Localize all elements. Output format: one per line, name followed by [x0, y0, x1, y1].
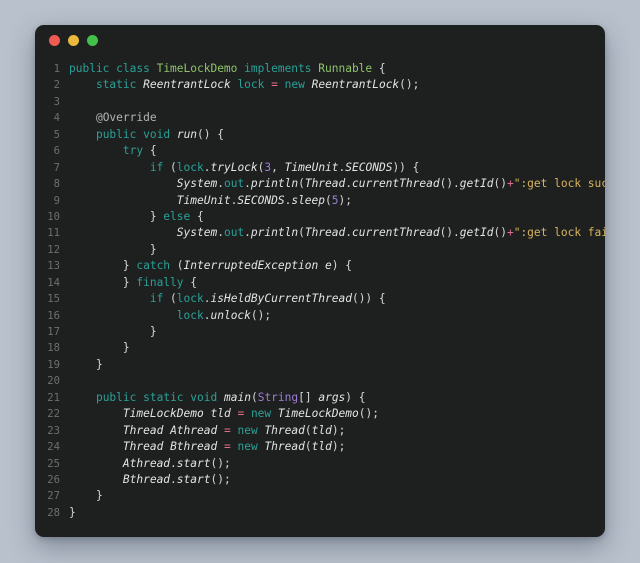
code-line: 28} — [35, 505, 605, 521]
code-line-text: } — [69, 341, 130, 355]
code-line-text: } finally { — [69, 275, 197, 289]
minimize-button[interactable] — [68, 34, 79, 46]
line-number: 9 — [53, 194, 60, 207]
code-line-text: @Override — [95, 111, 157, 125]
window-title-bar[interactable] — [35, 25, 605, 55]
line-number: 27 — [47, 490, 60, 503]
code-line: 20 — [35, 373, 605, 389]
code-line: 11 System.out.println(Thread.currentThre… — [35, 225, 605, 241]
line-number: 28 — [47, 506, 60, 519]
code-line: 25 Athread.start(); — [35, 456, 605, 472]
code-line: 1 public class TimeLockDemo implements Ru… — [35, 61, 605, 77]
code-editor-window: 1 public class TimeLockDemo implements Ru… — [35, 25, 605, 537]
code-line-text: TimeUnit.SECONDS.sleep(5); — [176, 193, 352, 207]
code-line: 2 static ReentrantLock lock = new Reentr… — [35, 77, 605, 93]
code-line-text: static ReentrantLock lock = new Reentran… — [95, 78, 420, 92]
code-line-text: } — [69, 489, 103, 503]
code-line-text: if (lock.isHeldByCurrentThread()) { — [149, 292, 386, 306]
line-number: 22 — [47, 408, 60, 421]
line-number: 25 — [47, 457, 60, 470]
code-line-text: System.out.println(Thread.currentThread(… — [176, 177, 605, 191]
code-line: 13 } catch (InterruptedException e) { — [35, 258, 605, 274]
line-number: 2 — [53, 79, 60, 92]
code-line-text: } — [69, 505, 76, 519]
code-line-text: System.out.println(Thread.currentThread(… — [176, 226, 605, 240]
line-number: 15 — [47, 293, 60, 306]
line-number: 4 — [53, 112, 60, 125]
code-line: 9 TimeUnit.SECONDS.sleep(5); — [35, 193, 605, 209]
code-line: 8 System.out.println(Thread.currentThrea… — [35, 176, 605, 192]
code-line: 14 } finally { — [35, 275, 605, 291]
code-line-text: } catch (InterruptedException e) { — [69, 259, 352, 273]
code-line: 21 public static void main(String[] args… — [35, 390, 605, 406]
line-number: 8 — [53, 178, 60, 191]
line-number: 19 — [47, 358, 60, 371]
line-number: 16 — [47, 309, 60, 322]
code-line-text: TimeLockDemo tld = new TimeLockDemo(); — [122, 407, 379, 421]
line-number: 18 — [47, 342, 60, 355]
line-number: 20 — [47, 375, 60, 388]
code-line: 4 @Override — [35, 110, 605, 126]
code-line-text: public class TimeLockDemo implements Run… — [69, 62, 386, 75]
line-number: 13 — [47, 260, 60, 273]
line-number: 10 — [47, 210, 60, 223]
close-button[interactable] — [49, 34, 60, 46]
code-content-area[interactable]: 1 public class TimeLockDemo implements Ru… — [35, 55, 605, 529]
line-number: 12 — [47, 243, 60, 256]
line-number: 14 — [47, 276, 60, 289]
code-line: 24 Thread Bthread = new Thread(tld); — [35, 439, 605, 455]
code-line: 23 Thread Athread = new Thread(tld); — [35, 423, 605, 439]
code-line: 22 TimeLockDemo tld = new TimeLockDemo()… — [35, 406, 605, 422]
code-line-text: } — [69, 242, 157, 256]
line-number: 11 — [47, 227, 60, 240]
line-number: 5 — [53, 128, 60, 141]
code-line-text: Athread.start(); — [122, 456, 231, 470]
code-line-text: Thread Bthread = new Thread(tld); — [122, 440, 346, 454]
code-line: 19 } — [35, 357, 605, 373]
line-number: 24 — [47, 441, 60, 454]
line-number: 1 — [53, 63, 60, 75]
code-line: 6 try { — [35, 143, 605, 159]
code-line: 10 } else { — [35, 209, 605, 225]
screenshot-stage: 1 public class TimeLockDemo implements Ru… — [0, 0, 640, 563]
line-number: 17 — [47, 326, 60, 338]
code-line-text: if (lock.tryLock(3, TimeUnit.SECONDS)) { — [149, 160, 420, 174]
code-line-text: lock.unlock(); — [176, 308, 272, 322]
code-line-text: public static void main(String[] args) { — [95, 390, 366, 404]
code-line: 16 lock.unlock(); — [35, 308, 605, 324]
code-line-text: Bthread.start(); — [122, 472, 231, 486]
code-line-text: Thread Athread = new Thread(tld); — [122, 423, 346, 437]
maximize-button[interactable] — [87, 34, 98, 46]
code-line-text: public void run() { — [95, 127, 224, 141]
code-line: 26 Bthread.start(); — [35, 472, 605, 488]
code-line-text: } — [69, 325, 157, 338]
code-line: 18 } — [35, 340, 605, 356]
code-line-text: } else { — [69, 209, 204, 223]
code-line: 3 — [35, 94, 605, 110]
code-line: 17 } — [35, 324, 605, 340]
line-number: 3 — [53, 95, 60, 108]
code-line: 5 public void run() { — [35, 127, 605, 143]
code-line-text: try { — [122, 144, 157, 158]
code-line-text: } — [69, 357, 103, 371]
code-line: 27 } — [35, 488, 605, 504]
line-number: 21 — [47, 391, 60, 404]
code-line: 12 } — [35, 242, 605, 258]
code-line: 7 if (lock.tryLock(3, TimeUnit.SECONDS))… — [35, 160, 605, 176]
line-number: 7 — [53, 161, 60, 174]
code-line: 15 if (lock.isHeldByCurrentThread()) { — [35, 291, 605, 307]
line-number: 6 — [53, 145, 60, 158]
line-number: 23 — [47, 424, 60, 437]
line-number: 26 — [47, 473, 60, 486]
